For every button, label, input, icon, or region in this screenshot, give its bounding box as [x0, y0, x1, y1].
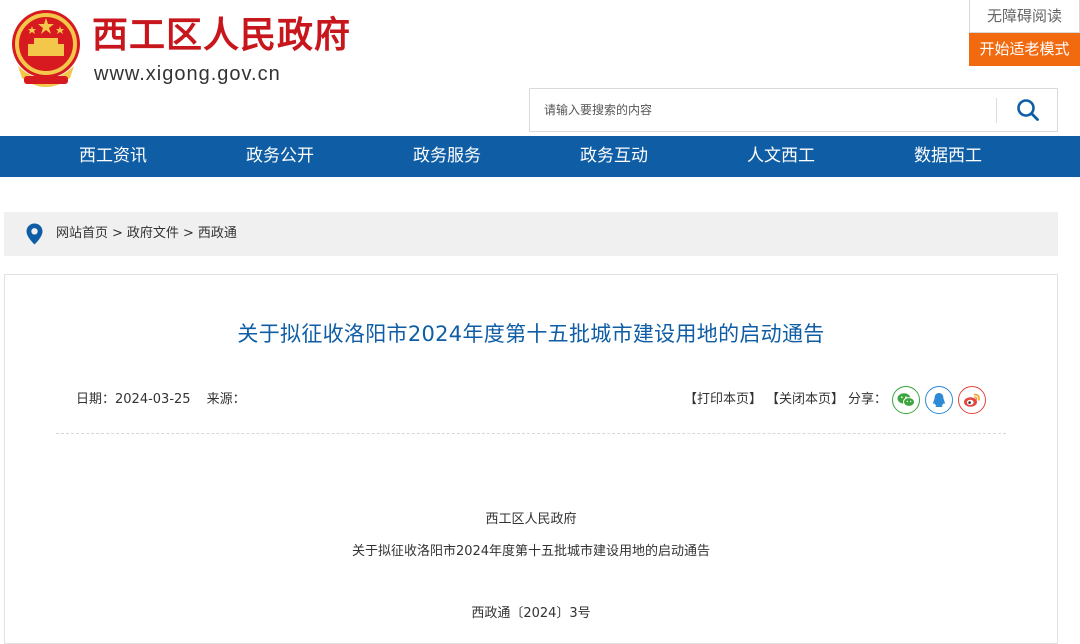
document-number: 西政通〔2024〕3号 — [471, 606, 591, 621]
document-title: 关于拟征收洛阳市2024年度第十五批城市建设用地的启动通告 — [351, 544, 711, 559]
article-title: 关于拟征收洛阳市2024年度第十五批城市建设用地的启动通告 — [237, 322, 825, 346]
accessibility-reading-button[interactable]: 无障碍阅读 — [969, 0, 1080, 33]
search-button[interactable] — [997, 89, 1058, 131]
print-page-button[interactable]: 【打印本页】 — [684, 386, 762, 414]
site-title: 西工区人民政府 — [92, 15, 352, 56]
national-emblem-icon — [8, 6, 84, 88]
nav-item-culture-xigong[interactable]: 人文西工 — [711, 136, 851, 177]
breadcrumb-xizhengtong-link[interactable]: 西政通 — [198, 226, 237, 241]
share-weibo-button[interactable] — [958, 386, 987, 414]
main-nav: 西工资讯 政务公开 政务服务 政务互动 人文西工 数据西工 — [0, 136, 1080, 177]
nav-item-government-interaction[interactable]: 政务互动 — [544, 136, 684, 177]
breadcrumb-separator: > — [112, 226, 123, 241]
breadcrumb-gov-docs-link[interactable]: 政府文件 — [127, 226, 179, 241]
article-date: 日期：2024-03-25 — [76, 392, 191, 407]
qq-icon — [933, 393, 945, 407]
meta-divider — [56, 433, 1006, 434]
breadcrumb-home-link[interactable]: 网站首页 — [56, 226, 108, 241]
location-pin-icon — [26, 223, 43, 245]
search-box — [529, 88, 1058, 132]
document-issuer: 西工区人民政府 — [485, 512, 577, 527]
nav-item-xigong-news[interactable]: 西工资讯 — [43, 136, 183, 177]
breadcrumb-bar: 网站首页 > 政府文件 > 西政通 — [4, 212, 1058, 256]
search-input[interactable] — [530, 89, 996, 131]
article-tools: 【打印本页】 【关闭本页】 分享： — [684, 386, 987, 414]
site-url: www.xigong.gov.cn — [94, 63, 281, 85]
elder-mode-button[interactable]: 开始适老模式 — [969, 33, 1080, 66]
breadcrumb-separator: > — [182, 226, 194, 241]
site-header: 西工区人民政府 www.xigong.gov.cn 无障碍阅读 开始适老模式 — [0, 0, 1080, 136]
article-meta: 日期：2024-03-25 来源： — [76, 390, 262, 410]
breadcrumb: 网站首页 > 政府文件 > 西政通 — [56, 212, 237, 256]
wechat-icon — [897, 393, 916, 407]
article-source: 来源： — [206, 392, 246, 407]
weibo-icon — [964, 393, 980, 407]
share-wechat-button[interactable] — [892, 386, 921, 414]
close-page-button[interactable]: 【关闭本页】 — [766, 386, 844, 414]
search-icon — [1016, 99, 1039, 121]
nav-item-data-xigong[interactable]: 数据西工 — [878, 136, 1018, 177]
nav-item-government-services[interactable]: 政务服务 — [377, 136, 517, 177]
share-label: 分享： — [848, 392, 888, 407]
share-qq-button[interactable] — [925, 386, 954, 414]
nav-item-government-affairs-public[interactable]: 政务公开 — [210, 136, 350, 177]
